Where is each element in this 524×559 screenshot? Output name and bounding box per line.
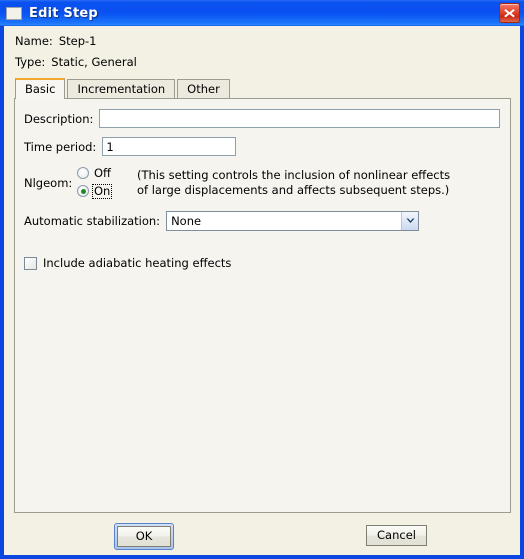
tab-other[interactable]: Other	[177, 79, 230, 98]
description-label: Description:	[24, 111, 94, 126]
nlgeom-on-option[interactable]: On	[77, 183, 129, 199]
step-name-value: Step-1	[58, 34, 97, 48]
step-name-label: Name:	[15, 34, 53, 48]
ok-button[interactable]: OK	[117, 526, 171, 547]
adiabatic-label: Include adiabatic heating effects	[43, 256, 232, 270]
nlgeom-label: Nlgeom:	[24, 176, 73, 190]
tab-panel-basic: Description: Time period: Nlgeom: Off On	[14, 98, 511, 513]
nlgeom-radio-group: Off On	[77, 165, 129, 201]
tab-basic[interactable]: Basic	[15, 78, 66, 99]
tab-incrementation[interactable]: Incrementation	[67, 79, 176, 98]
stabilization-select[interactable]: None	[166, 211, 420, 231]
nlgeom-hint: (This setting controls the inclusion of …	[137, 168, 500, 198]
step-metadata: Name: Step-1 Type: Static, General	[4, 26, 520, 76]
description-row: Description:	[15, 109, 510, 128]
time-period-label: Time period:	[24, 139, 97, 154]
step-type-row: Type: Static, General	[15, 55, 520, 70]
radio-on-icon[interactable]	[77, 185, 89, 197]
description-input[interactable]	[99, 109, 500, 128]
time-period-row: Time period:	[15, 137, 510, 156]
nlgeom-row: Nlgeom: Off On (This setting controls th…	[15, 165, 510, 201]
adiabatic-checkbox[interactable]	[24, 256, 37, 270]
cancel-button[interactable]: Cancel	[366, 525, 427, 546]
stabilization-row: Automatic stabilization: None	[15, 211, 510, 231]
window-title: Edit Step	[29, 5, 98, 21]
adiabatic-heating-option[interactable]: Include adiabatic heating effects	[15, 256, 510, 270]
step-name-row: Name: Step-1	[15, 34, 520, 49]
edit-step-dialog: Edit Step Name: Step-1 Type: Static, Gener…	[0, 0, 524, 559]
close-button[interactable]	[499, 3, 520, 23]
stabilization-value: None	[171, 214, 202, 228]
nlgeom-hint-line-2: of large displacements and affects subse…	[137, 183, 450, 197]
chevron-down-icon[interactable]	[401, 212, 419, 230]
step-type-label: Type:	[15, 55, 46, 69]
nlgeom-hint-line-1: (This setting controls the inclusion of …	[137, 168, 451, 182]
cancel-button-wrap: Cancel	[366, 525, 427, 546]
step-type-value: Static, General	[51, 55, 137, 69]
stabilization-label: Automatic stabilization:	[24, 214, 161, 228]
radio-off-icon[interactable]	[77, 167, 89, 179]
dialog-client-area: Name: Step-1 Type: Static, General Basic I…	[4, 26, 520, 555]
dialog-button-bar: OK Cancel	[4, 513, 520, 555]
title-bar[interactable]: Edit Step	[0, 0, 524, 26]
nlgeom-on-label: On	[91, 183, 113, 199]
nlgeom-off-option[interactable]: Off	[77, 165, 129, 181]
ok-button-focus-ring: OK	[114, 523, 174, 550]
tab-strip: Basic Incrementation Other	[15, 78, 520, 99]
nlgeom-off-label: Off	[94, 165, 111, 180]
time-period-input[interactable]	[102, 137, 237, 156]
window-icon	[6, 6, 22, 20]
close-icon	[504, 9, 515, 18]
